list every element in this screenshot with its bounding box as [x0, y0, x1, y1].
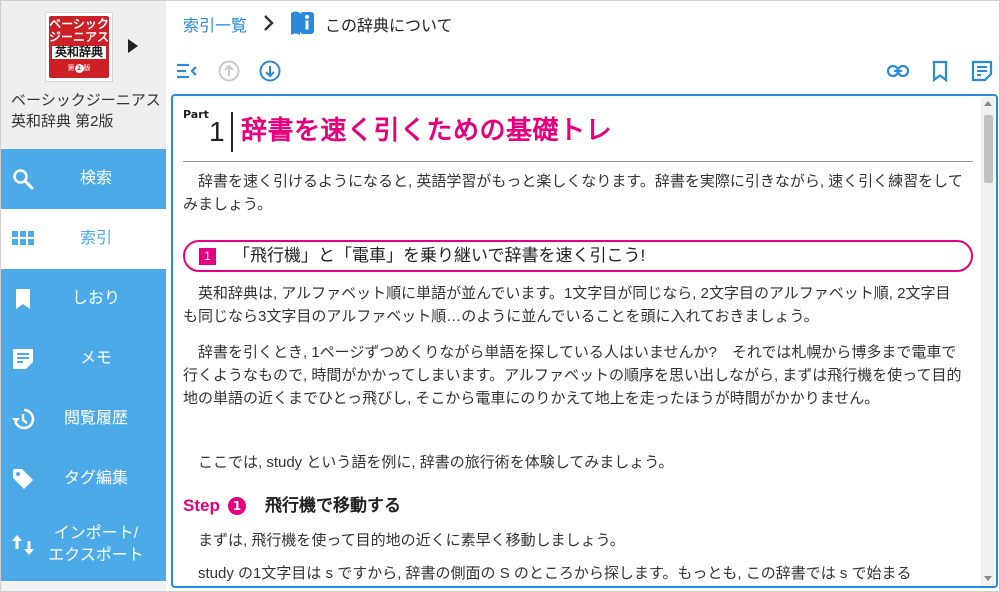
section-title: 「飛行機」と「電車」を乗り継いで辞書を速く引こう! — [233, 246, 646, 265]
cover-line-3: 英和辞典 — [52, 46, 106, 59]
book-header[interactable]: ベーシック ジーニアス 英和辞典 第2版 ベーシックジーニアス 英和辞典 第2版 — [1, 1, 166, 148]
vertical-scrollbar[interactable] — [981, 97, 995, 585]
sidebar-item-label: タグ編集 — [63, 470, 128, 487]
memo-icon — [13, 349, 33, 369]
chevron-right-icon — [264, 15, 274, 31]
step-title: 飛行機で移動する — [265, 496, 401, 515]
toolbar — [167, 48, 999, 94]
body-paragraph: 英和辞典は, アルファベット順に単語が並んでいます。1文字目が同じなら, 2文字… — [183, 285, 951, 325]
sidebar-item-history[interactable]: 閲覧履歴 — [1, 389, 166, 449]
cover-edition-num: 2 — [74, 64, 84, 73]
play-arrow-icon[interactable] — [128, 39, 138, 53]
import-label: インポート/ — [53, 525, 139, 542]
scroll-thumb[interactable] — [984, 115, 993, 183]
next-arrow-icon[interactable] — [258, 59, 282, 83]
cover-edition-pre: 第 — [67, 64, 75, 72]
collapse-list-icon[interactable] — [175, 59, 199, 83]
import-export-icon — [12, 535, 34, 555]
sidebar-item-bookmarks[interactable]: しおり — [1, 269, 166, 329]
export-label: エクスポート — [48, 547, 144, 564]
sidebar-item-label: しおり — [71, 290, 120, 307]
info-book-icon — [291, 11, 314, 35]
previous-arrow-icon[interactable] — [217, 59, 241, 83]
sidebar-item-memo[interactable]: メモ — [1, 329, 166, 389]
sidebar-item-label: 閲覧履歴 — [63, 410, 128, 427]
sidebar-item-tags[interactable]: タグ編集 — [1, 449, 166, 509]
breadcrumb-index-link[interactable]: 索引一覧 — [183, 12, 247, 36]
part-title: 辞書を速く引くための基礎トレ — [241, 116, 613, 146]
link-icon[interactable] — [886, 59, 910, 83]
cover-edition-post: 版 — [83, 64, 91, 72]
search-icon — [13, 169, 34, 190]
sidebar-item-label: メモ — [79, 350, 112, 367]
step-number: 1 — [228, 497, 246, 515]
cover-line-2: ジーニアス — [49, 30, 110, 44]
cover-edition: 第2版 — [49, 63, 109, 73]
memo-outline-icon[interactable] — [970, 59, 994, 83]
step-label: Step — [183, 496, 220, 515]
sidebar-item-label: 検索 — [79, 170, 112, 187]
grid-icon — [12, 231, 34, 245]
sidebar-item-label: インポート/エクスポート — [41, 509, 151, 581]
sidebar-item-import-export[interactable]: インポート/エクスポート — [1, 509, 166, 581]
sidebar-item-index[interactable]: 索引 — [1, 209, 166, 269]
breadcrumb: 索引一覧 この辞典について — [167, 1, 999, 47]
bookmark-icon — [16, 289, 30, 309]
sidebar-item-search[interactable]: 検索 — [1, 149, 166, 209]
book-cover-art: ベーシック ジーニアス 英和辞典 第2版 — [49, 16, 109, 78]
scroll-down-arrow-icon[interactable] — [984, 576, 992, 581]
sidebar: ベーシック ジーニアス 英和辞典 第2版 ベーシックジーニアス 英和辞典 第2版 … — [1, 1, 166, 591]
bookmark-outline-icon[interactable] — [928, 59, 952, 83]
intro-paragraph: 辞書を速く引けるようになると, 英語学習がもっと楽しくなります。辞書を実際に引き… — [183, 173, 963, 213]
history-icon — [12, 408, 35, 430]
body-paragraph: 辞書を引くとき, 1ページずつめくりながら単語を探している人はいませんか? それ… — [183, 344, 962, 407]
sidebar-item-label: 索引 — [79, 230, 112, 247]
part-label: Part — [183, 108, 209, 121]
tag-icon — [13, 469, 33, 489]
body-paragraph: ここでは, study という語を例に, 辞書の旅行術を体験してみましょう。 — [198, 454, 674, 471]
scroll-up-arrow-icon[interactable] — [984, 101, 992, 106]
part-header: Part 1 辞書を速く引くための基礎トレ — [183, 106, 973, 162]
part-divider — [231, 112, 233, 152]
article-panel[interactable]: Part 1 辞書を速く引くための基礎トレ 辞書を速く引けるようになると, 英語… — [171, 94, 998, 588]
body-paragraph: まずは, 飛行機を使って目的地の近くに素早く移動しましょう。 — [198, 532, 625, 549]
breadcrumb-current: この辞典について — [325, 18, 453, 35]
section-heading: 1 「飛行機」と「電車」を乗り継いで辞書を速く引こう! — [183, 240, 973, 272]
section-number: 1 — [199, 248, 216, 265]
book-cover[interactable]: ベーシック ジーニアス 英和辞典 第2版 — [45, 12, 113, 82]
sidebar-nav: 検索 索引 しおり メモ 閲覧履歴 タグ編集 インポート/エクスポート — [1, 149, 166, 581]
body-paragraph: study の1文字目は s ですから, 辞書の側面の S のところから探します… — [198, 565, 912, 582]
part-number: 1 — [209, 116, 225, 147]
book-title: ベーシックジーニアス 英和辞典 第2版 — [11, 92, 161, 130]
